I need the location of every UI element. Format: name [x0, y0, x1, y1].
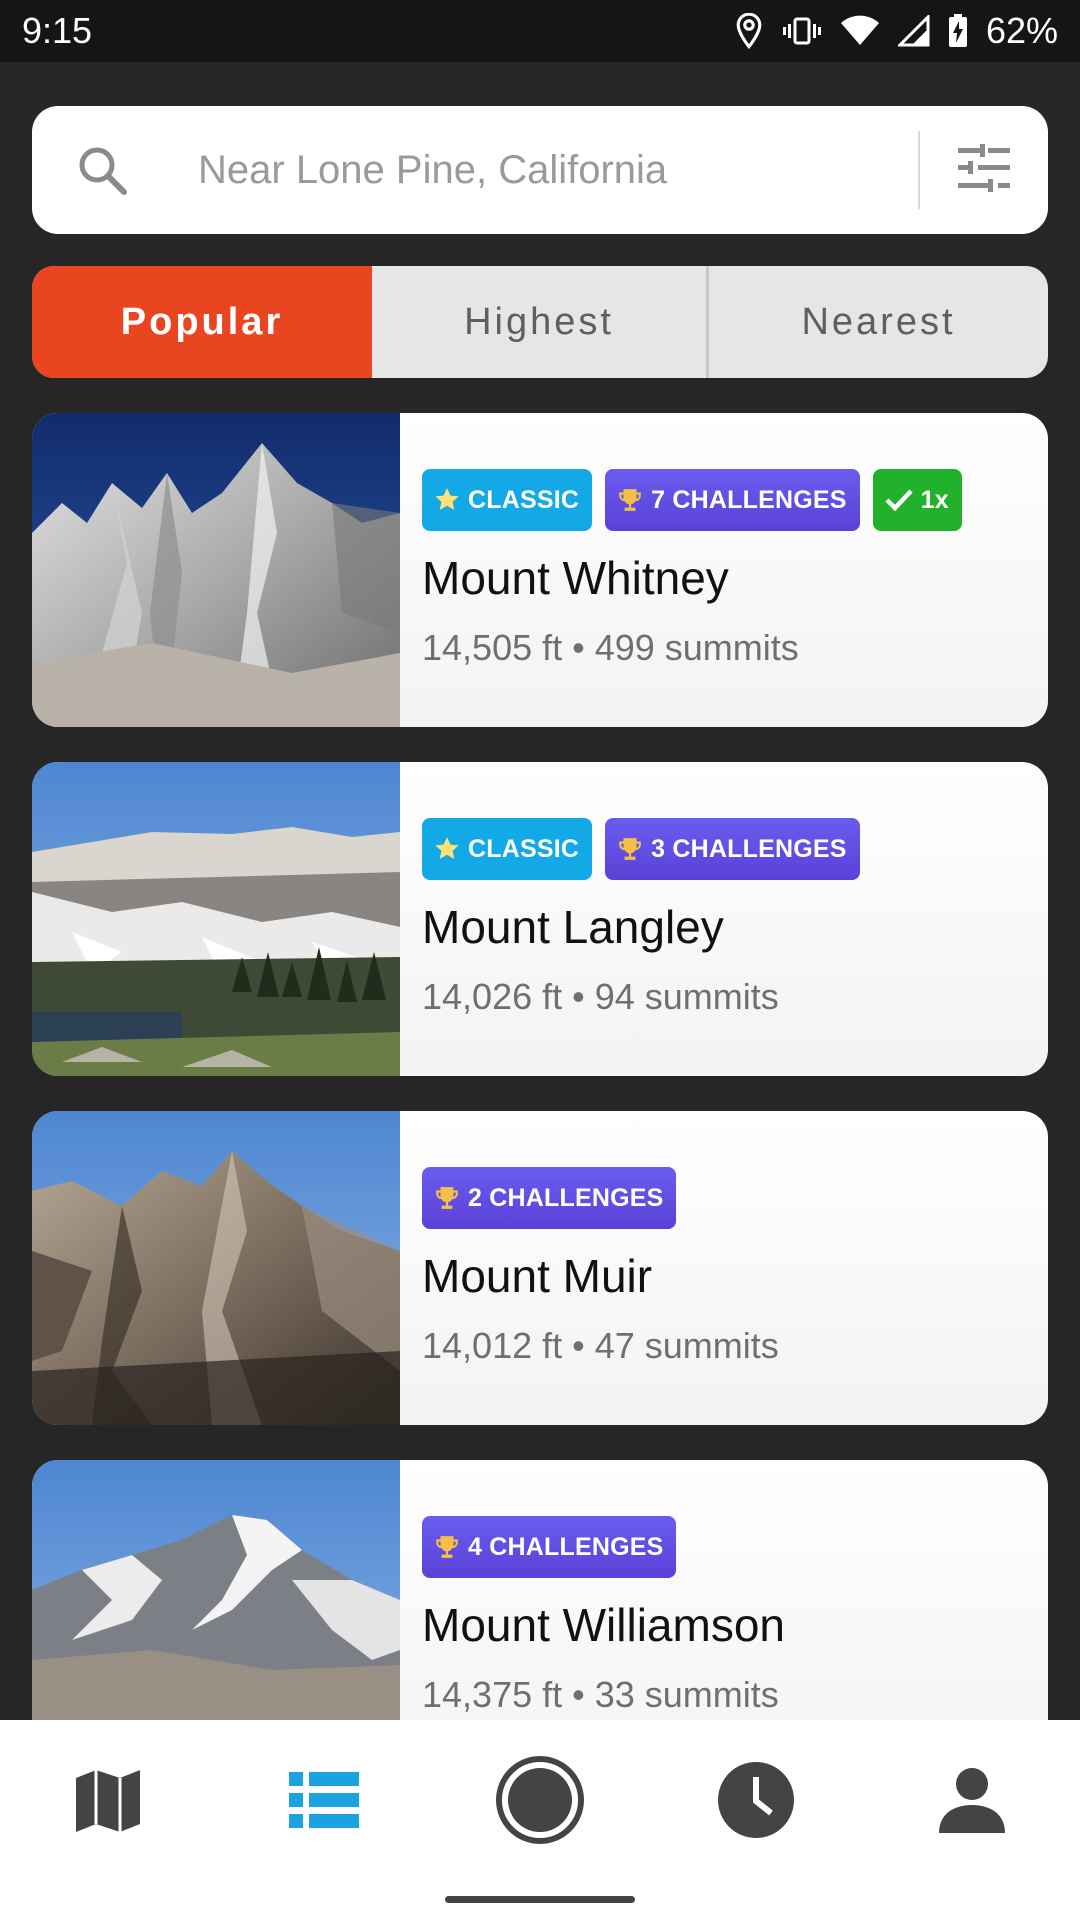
list-icon	[289, 1772, 359, 1828]
status-time: 9:15	[22, 10, 93, 51]
signal-icon	[897, 15, 930, 47]
trophy-icon	[436, 1187, 458, 1209]
tab-popular[interactable]: Popular	[32, 266, 372, 378]
star-icon	[435, 488, 459, 510]
classic-badge-label: CLASSIC	[468, 834, 580, 863]
vibrate-icon	[782, 16, 822, 46]
challenges-badge-label: 3 CHALLENGES	[651, 834, 847, 863]
peak-photo	[32, 1111, 400, 1425]
record-icon	[496, 1756, 584, 1844]
peak-meta: 14,026 ft • 94 summits	[422, 976, 779, 1017]
challenges-badge: 3 CHALLENGES	[605, 818, 860, 880]
badge-row: 4 CHALLENGES	[422, 1516, 677, 1578]
wifi-icon	[840, 15, 880, 47]
completed-badge: 1x	[872, 469, 962, 531]
search-icon[interactable]	[32, 144, 166, 196]
peak-info: CLASSIC 3 CHALLENGES Mount Langley 14,02…	[400, 762, 1048, 1076]
nav-list[interactable]	[216, 1772, 432, 1828]
peak-meta: 14,375 ft • 33 summits	[422, 1674, 779, 1715]
badge-row: CLASSIC 3 CHALLENGES	[422, 818, 860, 880]
peak-name: Mount Whitney	[422, 552, 729, 604]
peak-name: Mount Williamson	[422, 1599, 785, 1651]
tune-icon	[958, 143, 1010, 197]
bottom-navigation	[0, 1720, 1080, 1920]
status-icons: 62%	[734, 10, 1058, 52]
star-icon	[435, 837, 459, 859]
peak-card-mount-whitney[interactable]: CLASSIC 7 CHALLENGES 1x Mount Whitney 14…	[32, 413, 1048, 727]
badge-row: 2 CHALLENGES	[422, 1167, 677, 1229]
nav-record[interactable]	[432, 1754, 648, 1846]
battery-percent: 62%	[985, 10, 1058, 51]
peak-info: CLASSIC 7 CHALLENGES 1x Mount Whitney 14…	[400, 413, 1048, 727]
trophy-icon	[619, 838, 641, 860]
nav-map[interactable]	[0, 1764, 216, 1836]
challenges-badge-label: 4 CHALLENGES	[468, 1532, 664, 1561]
peak-info: 2 CHALLENGES Mount Muir 14,012 ft • 47 s…	[400, 1111, 1048, 1425]
home-indicator[interactable]	[445, 1896, 635, 1903]
check-icon	[885, 489, 913, 512]
challenges-badge: 2 CHALLENGES	[422, 1167, 677, 1229]
history-clock-icon	[718, 1762, 794, 1838]
challenges-badge: 4 CHALLENGES	[422, 1516, 677, 1578]
peak-card-mount-langley[interactable]: CLASSIC 3 CHALLENGES Mount Langley 14,02…	[32, 762, 1048, 1076]
peak-photo	[32, 413, 400, 727]
peak-meta: 14,505 ft • 499 summits	[422, 627, 799, 668]
peak-meta: 14,012 ft • 47 summits	[422, 1325, 779, 1366]
trophy-icon	[436, 1536, 458, 1558]
challenges-badge-label: 2 CHALLENGES	[468, 1183, 664, 1212]
peak-name: Mount Muir	[422, 1250, 653, 1302]
challenges-badge: 7 CHALLENGES	[605, 469, 860, 531]
completed-badge-label: 1x	[920, 485, 949, 514]
trophy-icon	[619, 489, 641, 511]
classic-badge: CLASSIC	[422, 818, 593, 880]
classic-badge-label: CLASSIC	[468, 485, 580, 514]
peak-card-mount-muir[interactable]: 2 CHALLENGES Mount Muir 14,012 ft • 47 s…	[32, 1111, 1048, 1425]
classic-badge: CLASSIC	[422, 469, 593, 531]
peak-name: Mount Langley	[422, 901, 724, 953]
battery-charging-icon	[948, 14, 968, 48]
filter-button[interactable]	[920, 106, 1048, 234]
badge-row: CLASSIC 7 CHALLENGES 1x	[422, 469, 962, 531]
location-icon	[734, 13, 764, 49]
map-icon	[76, 1770, 140, 1832]
sort-tabs: Popular Highest Nearest	[32, 266, 1048, 378]
challenges-badge-label: 7 CHALLENGES	[651, 485, 847, 514]
profile-icon	[939, 1768, 1005, 1833]
nav-history[interactable]	[648, 1761, 864, 1839]
status-bar: 9:15 62%	[0, 0, 1080, 62]
peak-photo	[32, 762, 400, 1076]
search-input[interactable]	[166, 147, 918, 193]
search-bar	[32, 106, 1048, 234]
nav-profile[interactable]	[864, 1767, 1080, 1833]
tab-nearest[interactable]: Nearest	[709, 266, 1048, 378]
tab-highest[interactable]: Highest	[372, 266, 709, 378]
